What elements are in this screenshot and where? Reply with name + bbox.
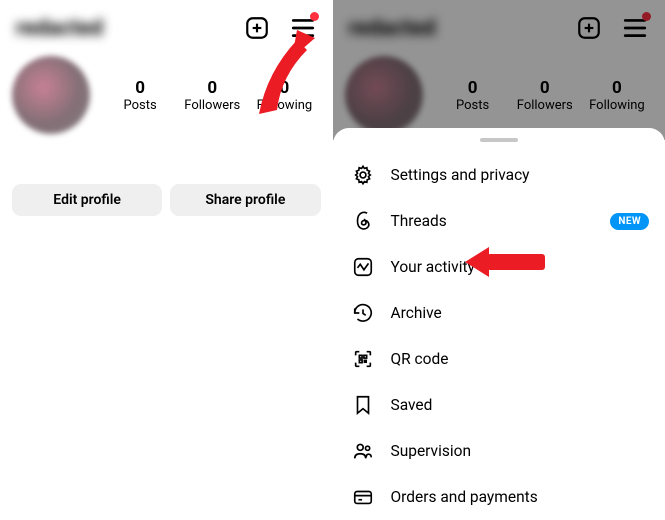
menu-item-label: Settings and privacy bbox=[391, 166, 648, 184]
stat-following[interactable]: 0 Following bbox=[248, 78, 320, 113]
menu-button[interactable] bbox=[289, 14, 317, 42]
avatar-dimmed bbox=[345, 56, 423, 134]
plus-box-icon bbox=[576, 15, 602, 41]
activity-icon bbox=[351, 255, 375, 279]
create-button[interactable] bbox=[243, 14, 271, 42]
stat-following-label: Following bbox=[248, 98, 320, 113]
threads-icon bbox=[351, 209, 375, 233]
menu-item-supervision[interactable]: Supervision bbox=[333, 428, 665, 474]
menu-item-archive[interactable]: Archive bbox=[333, 290, 665, 336]
sheet-menu: Settings and privacy Threads NEW Your ac… bbox=[333, 152, 665, 520]
profile-header: redacted bbox=[0, 0, 333, 50]
stat-followers-count: 0 bbox=[176, 78, 248, 98]
profile-screen: redacted 0 Posts 0 Followers 0 Follo bbox=[0, 0, 333, 500]
new-badge: NEW bbox=[610, 213, 649, 230]
menu-item-settings[interactable]: Settings and privacy bbox=[333, 152, 665, 198]
menu-item-activity[interactable]: Your activity bbox=[333, 244, 665, 290]
stat-posts-label: Posts bbox=[104, 98, 176, 113]
notification-dot-icon bbox=[642, 12, 651, 21]
header-actions bbox=[243, 14, 317, 42]
menu-sheet-screen: redacted 0 Posts 0 Followers 0 Follo bbox=[333, 0, 665, 500]
saved-icon bbox=[351, 393, 375, 417]
stat-posts-count: 0 bbox=[104, 78, 176, 98]
create-button-dimmed bbox=[575, 14, 603, 42]
stat-followers[interactable]: 0 Followers bbox=[176, 78, 248, 113]
stat-posts-dimmed: 0 Posts bbox=[437, 78, 509, 113]
profile-buttons-row: Edit profile Share profile bbox=[0, 144, 333, 216]
menu-item-orders[interactable]: Orders and payments bbox=[333, 474, 665, 520]
supervision-icon bbox=[351, 439, 375, 463]
menu-item-label: Threads bbox=[391, 212, 648, 230]
stats-group: 0 Posts 0 Followers 0 Following bbox=[104, 78, 321, 113]
sheet-handle[interactable] bbox=[480, 138, 518, 142]
share-profile-button[interactable]: Share profile bbox=[170, 184, 320, 216]
header-actions-dimmed bbox=[575, 14, 649, 42]
menu-item-label: Your activity bbox=[391, 258, 648, 276]
bottom-sheet: Settings and privacy Threads NEW Your ac… bbox=[333, 128, 665, 500]
menu-item-saved[interactable]: Saved bbox=[333, 382, 665, 428]
plus-box-icon bbox=[244, 15, 270, 41]
profile-header-dimmed: redacted bbox=[333, 0, 665, 50]
stat-following-dimmed: 0 Following bbox=[581, 78, 653, 113]
archive-icon bbox=[351, 301, 375, 325]
stat-followers-dimmed: 0 Followers bbox=[509, 78, 581, 113]
settings-icon bbox=[351, 163, 375, 187]
menu-button-dimmed bbox=[621, 14, 649, 42]
stat-following-count: 0 bbox=[248, 78, 320, 98]
stats-group-dimmed: 0 Posts 0 Followers 0 Following bbox=[437, 78, 654, 113]
menu-item-label: Orders and payments bbox=[391, 488, 648, 506]
orders-icon bbox=[351, 485, 375, 509]
menu-item-label: Saved bbox=[391, 396, 648, 414]
username-label-dimmed: redacted bbox=[349, 16, 436, 41]
qr-icon bbox=[351, 347, 375, 371]
stat-followers-label: Followers bbox=[176, 98, 248, 113]
menu-item-label: Supervision bbox=[391, 442, 648, 460]
menu-item-qr[interactable]: QR code bbox=[333, 336, 665, 382]
menu-item-label: Archive bbox=[391, 304, 648, 322]
notification-dot-icon bbox=[310, 12, 319, 21]
avatar[interactable] bbox=[12, 56, 90, 134]
stats-row: 0 Posts 0 Followers 0 Following bbox=[0, 50, 333, 144]
username-label[interactable]: redacted bbox=[16, 16, 103, 41]
edit-profile-button[interactable]: Edit profile bbox=[12, 184, 162, 216]
menu-item-label: QR code bbox=[391, 350, 648, 368]
stat-posts[interactable]: 0 Posts bbox=[104, 78, 176, 113]
menu-item-threads[interactable]: Threads NEW bbox=[333, 198, 665, 244]
